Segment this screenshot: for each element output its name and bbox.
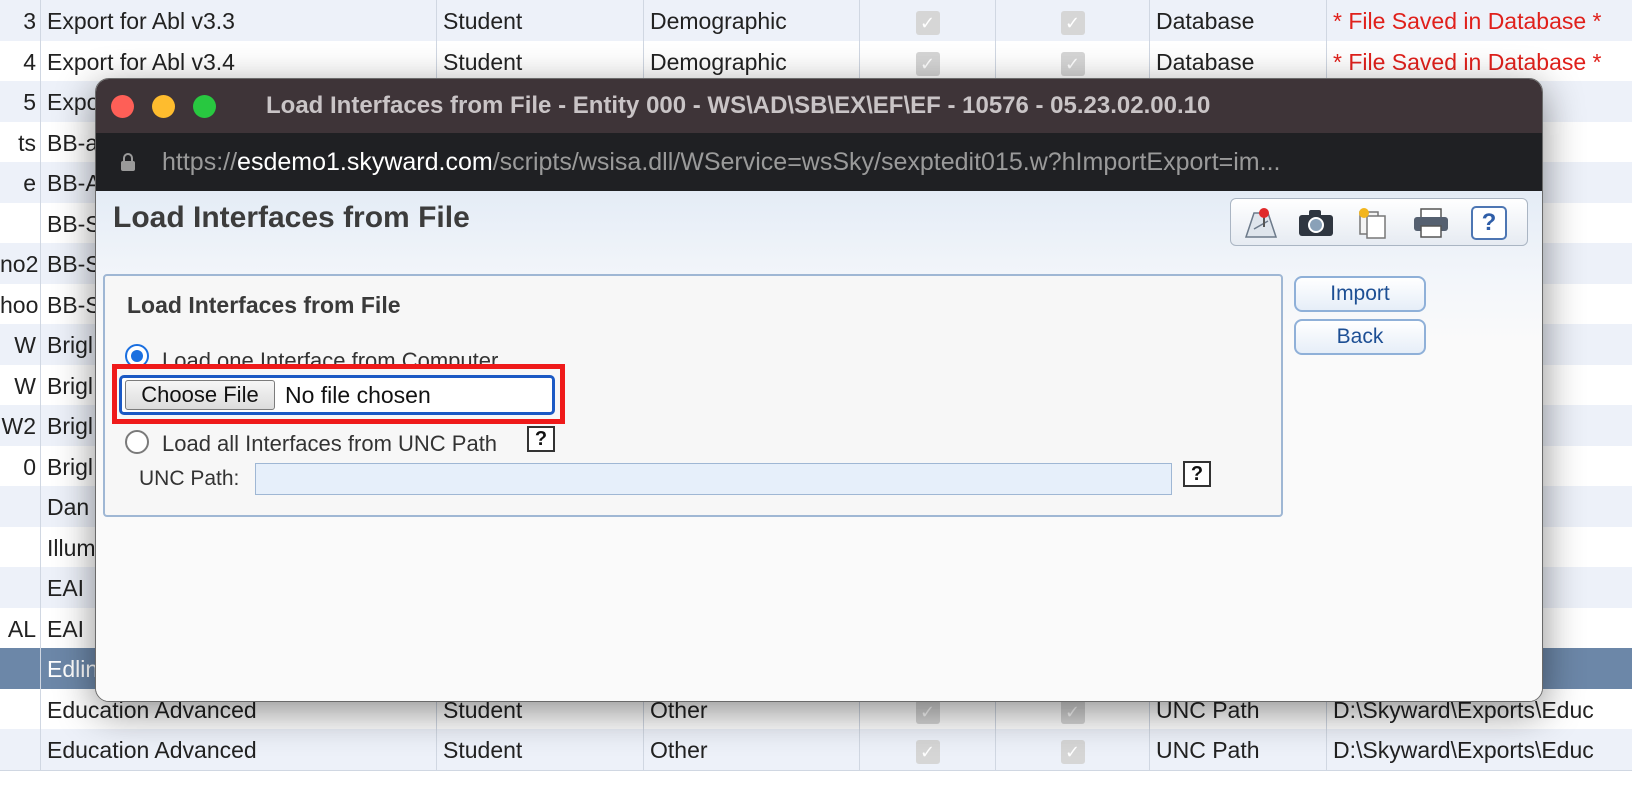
row-type-cell: Student (437, 0, 644, 42)
table-row[interactable]: Education Advanced Student Other ✓ ✓ UNC Path… (0, 729, 1632, 771)
table-row[interactable]: 3 Export for Abl v3.3 Student Demographic ✓ ✓… (0, 0, 1632, 42)
documents-icon[interactable] (1353, 205, 1393, 241)
load-interfaces-window: Load Interfaces from File - Entity 000 -… (95, 78, 1543, 702)
lock-icon (121, 153, 135, 171)
choose-file-button[interactable]: Choose File (125, 380, 275, 410)
address-bar[interactable]: https://esdemo1.skyward.com/scripts/wsis… (96, 133, 1542, 191)
row-id-cell: 5 (0, 81, 41, 123)
help-icon[interactable]: ? (1469, 205, 1509, 241)
url-path: /scripts/wsisa.dll/WService=wsSky/sexpte… (492, 148, 1281, 176)
row-id-cell (0, 688, 41, 731)
row-id-cell: 0 (0, 445, 41, 488)
url-scheme: https:// (162, 148, 238, 176)
url-host: esdemo1.skyward.com (237, 148, 493, 176)
row-id-cell: AL (0, 607, 41, 650)
window-titlebar[interactable]: Load Interfaces from File - Entity 000 -… (96, 79, 1542, 133)
help-icon-label: ? (1471, 206, 1507, 240)
row-id-cell: ts (0, 121, 41, 164)
load-from-unc-label[interactable]: Load all Interfaces from UNC Path (162, 431, 497, 457)
camera-icon[interactable] (1296, 205, 1336, 241)
page-toolbar: ? (1230, 198, 1528, 246)
row-id-cell: W (0, 324, 41, 366)
map-pin-icon[interactable] (1241, 205, 1281, 241)
page-title: Load Interfaces from File (113, 201, 470, 234)
row-type-cell: Student (437, 40, 644, 83)
row-id-cell: W (0, 364, 41, 407)
row-id-cell: 4 (0, 40, 41, 83)
unc-path-input[interactable] (255, 463, 1172, 495)
table-row[interactable]: 4 Export for Abl v3.4 Student Demographic ✓ ✓… (0, 40, 1632, 83)
file-input[interactable]: Choose File No file chosen (119, 375, 555, 415)
row-category-cell: Demographic (644, 40, 860, 83)
minimize-window-button[interactable] (152, 95, 175, 118)
row-name-cell: Education Advanced (41, 729, 437, 771)
unc-help-icon[interactable]: ? (527, 426, 555, 452)
checkbox-icon: ✓ (915, 51, 940, 76)
row-id-cell (0, 729, 41, 771)
page-content: Load Interfaces from File ? Load Interfa… (96, 191, 1542, 701)
checkbox-icon: ✓ (915, 740, 940, 764)
close-window-button[interactable] (111, 95, 134, 118)
import-button[interactable]: Import (1294, 276, 1426, 312)
row-id-cell: hoo (0, 283, 41, 326)
checkbox-icon: ✓ (1060, 699, 1085, 724)
row-method-cell: Database (1150, 40, 1327, 83)
row-id-cell: 3 (0, 0, 41, 42)
row-method-cell: Database (1150, 0, 1327, 42)
unc-path-help-icon[interactable]: ? (1183, 461, 1211, 487)
row-check2-cell: ✓ (996, 729, 1150, 771)
row-location-cell: * File Saved in Database * (1333, 48, 1602, 75)
load-interfaces-panel: Load Interfaces from File Load one Inter… (103, 274, 1283, 517)
row-id-cell (0, 202, 41, 245)
row-name-cell: Export for Abl v3.3 (41, 0, 437, 42)
url-text[interactable]: https://esdemo1.skyward.com/scripts/wsis… (162, 133, 1507, 191)
row-check2-cell: ✓ (996, 0, 1150, 42)
checkbox-icon: ✓ (1060, 11, 1085, 35)
row-id-cell (0, 567, 41, 609)
checkbox-icon: ✓ (915, 699, 940, 724)
row-id-cell (0, 526, 41, 569)
row-category-cell: Demographic (644, 0, 860, 42)
row-type-cell: Student (437, 729, 644, 771)
row-check1-cell: ✓ (860, 40, 996, 83)
row-id-cell (0, 486, 41, 528)
maximize-window-button[interactable] (193, 95, 216, 118)
checkbox-icon: ✓ (915, 11, 940, 35)
row-location-cell: D:\Skyward\Exports\Educ (1333, 737, 1594, 763)
printer-icon[interactable] (1411, 205, 1451, 241)
row-id-cell: e (0, 162, 41, 204)
row-id-cell: W2 (0, 405, 41, 447)
row-check2-cell: ✓ (996, 40, 1150, 83)
row-location-cell: * File Saved in Database * (1333, 8, 1602, 34)
load-from-unc-radio[interactable] (125, 430, 149, 454)
checkbox-icon: ✓ (1060, 51, 1085, 76)
checkbox-icon: ✓ (1060, 740, 1085, 764)
unc-path-label: UNC Path: (139, 467, 240, 490)
window-title: Load Interfaces from File - Entity 000 -… (266, 92, 1211, 119)
file-status-text: No file chosen (285, 382, 431, 408)
row-category-cell: Other (644, 729, 860, 771)
row-check1-cell: ✓ (860, 729, 996, 771)
row-id-cell (0, 648, 41, 690)
back-button[interactable]: Back (1294, 319, 1426, 355)
row-id-cell: no2 (0, 243, 41, 285)
panel-title: Load Interfaces from File (127, 292, 401, 318)
row-name-cell: Export for Abl v3.4 (41, 40, 437, 83)
row-check1-cell: ✓ (860, 0, 996, 42)
row-method-cell: UNC Path (1150, 729, 1327, 771)
